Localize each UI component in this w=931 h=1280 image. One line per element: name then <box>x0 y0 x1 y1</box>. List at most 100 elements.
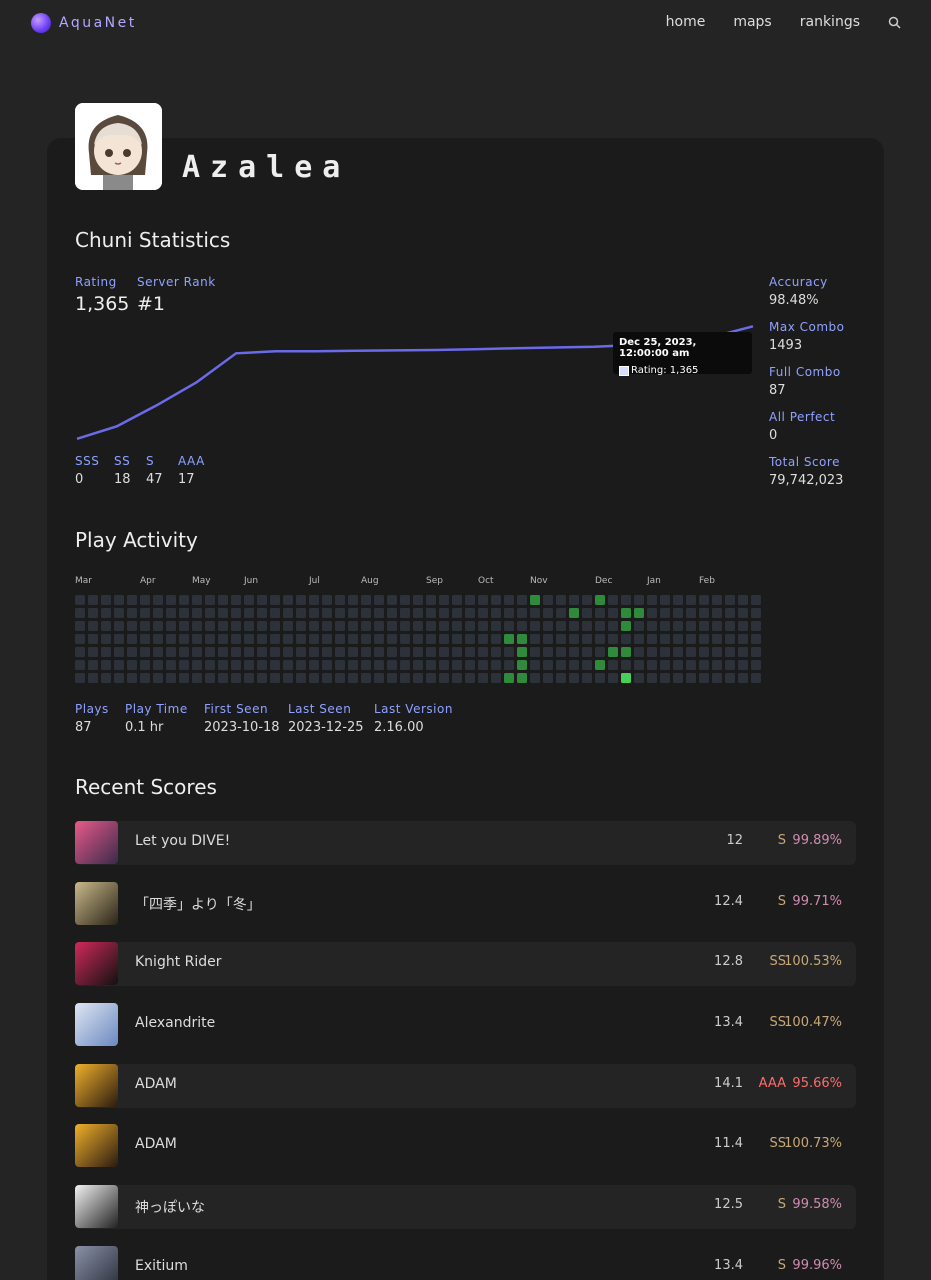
activity-cell[interactable] <box>686 660 696 670</box>
activity-cell[interactable] <box>491 608 501 618</box>
activity-cell[interactable] <box>257 673 267 683</box>
activity-cell[interactable] <box>283 660 293 670</box>
activity-cell[interactable] <box>608 673 618 683</box>
activity-cell[interactable] <box>660 595 670 605</box>
activity-cell[interactable] <box>517 634 527 644</box>
activity-cell[interactable] <box>647 660 657 670</box>
activity-cell[interactable] <box>660 621 670 631</box>
activity-cell[interactable] <box>712 673 722 683</box>
activity-cell[interactable] <box>153 660 163 670</box>
activity-cell[interactable] <box>530 634 540 644</box>
activity-cell[interactable] <box>478 608 488 618</box>
activity-cell[interactable] <box>140 608 150 618</box>
activity-cell[interactable] <box>153 634 163 644</box>
activity-cell[interactable] <box>738 660 748 670</box>
activity-cell[interactable] <box>647 673 657 683</box>
activity-cell[interactable] <box>153 608 163 618</box>
activity-cell[interactable] <box>244 673 254 683</box>
activity-cell[interactable] <box>413 595 423 605</box>
activity-cell[interactable] <box>634 595 644 605</box>
activity-cell[interactable] <box>543 647 553 657</box>
activity-cell[interactable] <box>231 608 241 618</box>
activity-cell[interactable] <box>244 621 254 631</box>
activity-cell[interactable] <box>621 660 631 670</box>
activity-cell[interactable] <box>309 595 319 605</box>
activity-cell[interactable] <box>153 673 163 683</box>
activity-cell[interactable] <box>127 647 137 657</box>
activity-cell[interactable] <box>738 634 748 644</box>
activity-cell[interactable] <box>543 660 553 670</box>
activity-cell[interactable] <box>478 673 488 683</box>
activity-cell[interactable] <box>270 673 280 683</box>
activity-cell[interactable] <box>647 621 657 631</box>
search-icon[interactable] <box>888 16 901 29</box>
activity-cell[interactable] <box>348 673 358 683</box>
score-row[interactable]: ADAM 14.1 AAA 95.66% <box>75 1064 856 1108</box>
activity-cell[interactable] <box>504 634 514 644</box>
activity-cell[interactable] <box>205 660 215 670</box>
activity-cell[interactable] <box>114 621 124 631</box>
activity-cell[interactable] <box>218 660 228 670</box>
activity-cell[interactable] <box>231 621 241 631</box>
activity-cell[interactable] <box>725 634 735 644</box>
activity-cell[interactable] <box>686 673 696 683</box>
activity-cell[interactable] <box>452 634 462 644</box>
activity-cell[interactable] <box>114 634 124 644</box>
activity-cell[interactable] <box>140 660 150 670</box>
activity-cell[interactable] <box>400 647 410 657</box>
activity-cell[interactable] <box>608 621 618 631</box>
activity-cell[interactable] <box>361 621 371 631</box>
activity-cell[interactable] <box>530 621 540 631</box>
activity-cell[interactable] <box>192 621 202 631</box>
activity-cell[interactable] <box>751 595 761 605</box>
activity-cell[interactable] <box>426 595 436 605</box>
activity-cell[interactable] <box>75 673 85 683</box>
activity-cell[interactable] <box>582 673 592 683</box>
activity-cell[interactable] <box>335 673 345 683</box>
activity-cell[interactable] <box>322 608 332 618</box>
activity-cell[interactable] <box>101 660 111 670</box>
activity-cell[interactable] <box>218 595 228 605</box>
activity-cell[interactable] <box>595 660 605 670</box>
activity-cell[interactable] <box>244 595 254 605</box>
activity-cell[interactable] <box>166 608 176 618</box>
activity-cell[interactable] <box>127 673 137 683</box>
activity-cell[interactable] <box>439 634 449 644</box>
activity-cell[interactable] <box>686 647 696 657</box>
activity-cell[interactable] <box>231 634 241 644</box>
activity-cell[interactable] <box>504 647 514 657</box>
activity-cell[interactable] <box>634 660 644 670</box>
nav-link-maps[interactable]: maps <box>733 14 771 30</box>
activity-cell[interactable] <box>426 634 436 644</box>
activity-cell[interactable] <box>699 595 709 605</box>
activity-cell[interactable] <box>517 621 527 631</box>
activity-cell[interactable] <box>491 660 501 670</box>
activity-cell[interactable] <box>296 621 306 631</box>
activity-cell[interactable] <box>530 673 540 683</box>
activity-cell[interactable] <box>426 621 436 631</box>
activity-cell[interactable] <box>686 621 696 631</box>
activity-cell[interactable] <box>205 634 215 644</box>
activity-cell[interactable] <box>491 634 501 644</box>
activity-cell[interactable] <box>751 673 761 683</box>
activity-cell[interactable] <box>101 647 111 657</box>
activity-cell[interactable] <box>374 621 384 631</box>
activity-cell[interactable] <box>491 673 501 683</box>
activity-cell[interactable] <box>543 608 553 618</box>
activity-cell[interactable] <box>452 660 462 670</box>
activity-cell[interactable] <box>452 647 462 657</box>
activity-cell[interactable] <box>257 608 267 618</box>
activity-cell[interactable] <box>374 647 384 657</box>
activity-cell[interactable] <box>647 647 657 657</box>
activity-cell[interactable] <box>400 595 410 605</box>
activity-cell[interactable] <box>582 595 592 605</box>
activity-cell[interactable] <box>582 621 592 631</box>
activity-cell[interactable] <box>166 634 176 644</box>
activity-cell[interactable] <box>556 660 566 670</box>
activity-cell[interactable] <box>335 621 345 631</box>
activity-cell[interactable] <box>140 634 150 644</box>
activity-cell[interactable] <box>491 595 501 605</box>
score-row[interactable]: 神っぽいな 12.5 S 99.58% <box>75 1185 856 1229</box>
activity-cell[interactable] <box>673 673 683 683</box>
activity-cell[interactable] <box>127 608 137 618</box>
